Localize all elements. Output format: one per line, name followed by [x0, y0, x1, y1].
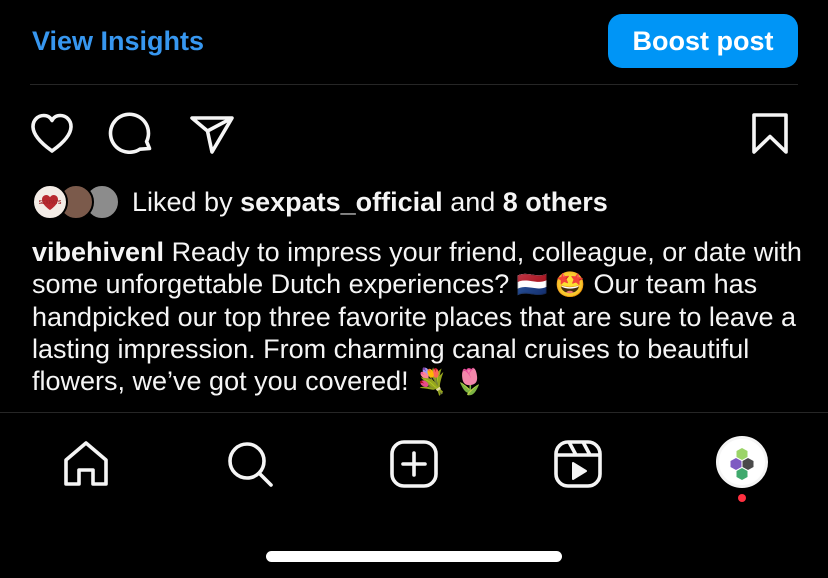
- caption-emoji-2: 💐 🌷: [416, 368, 486, 396]
- caption-username[interactable]: vibehivenl: [32, 237, 164, 267]
- avatar: SEXPATS: [32, 184, 68, 220]
- post-screen: View Insights Boost post SEXPATS Liked b…: [0, 0, 828, 578]
- home-icon[interactable]: [60, 438, 112, 490]
- divider: [30, 84, 798, 85]
- likes-prefix: Liked by: [132, 186, 233, 217]
- liker-avatars: SEXPATS: [32, 184, 120, 220]
- reels-icon[interactable]: [552, 438, 604, 490]
- view-insights-link[interactable]: View Insights: [30, 26, 204, 57]
- send-icon[interactable]: [188, 110, 236, 158]
- post-caption: vibehivenl Ready to impress your friend,…: [32, 236, 802, 398]
- divider: [0, 412, 828, 413]
- comment-icon[interactable]: [108, 110, 156, 158]
- post-actions: [28, 110, 796, 158]
- avatar-logo-text: SEXPATS: [38, 200, 62, 206]
- likes-summary[interactable]: SEXPATS Liked by sexpats_official and 8 …: [32, 182, 608, 222]
- profile-avatar[interactable]: [716, 436, 768, 488]
- liker-username[interactable]: sexpats_official: [240, 187, 443, 217]
- home-indicator[interactable]: [266, 551, 562, 562]
- bookmark-icon[interactable]: [746, 110, 794, 158]
- hexagon-logo-icon: [730, 448, 754, 480]
- notification-dot: [738, 494, 746, 502]
- heart-icon[interactable]: [28, 110, 76, 158]
- search-icon[interactable]: [224, 438, 276, 490]
- boost-post-button[interactable]: Boost post: [608, 14, 798, 68]
- likes-text: Liked by sexpats_official and 8 others: [132, 187, 608, 218]
- create-icon[interactable]: [388, 438, 440, 490]
- bottom-nav: [0, 432, 828, 502]
- insights-bar: View Insights Boost post: [30, 14, 798, 68]
- caption-emoji-1: 🇳🇱 🤩: [516, 271, 587, 299]
- likes-connector: and: [450, 186, 496, 217]
- likes-others[interactable]: 8 others: [503, 187, 608, 217]
